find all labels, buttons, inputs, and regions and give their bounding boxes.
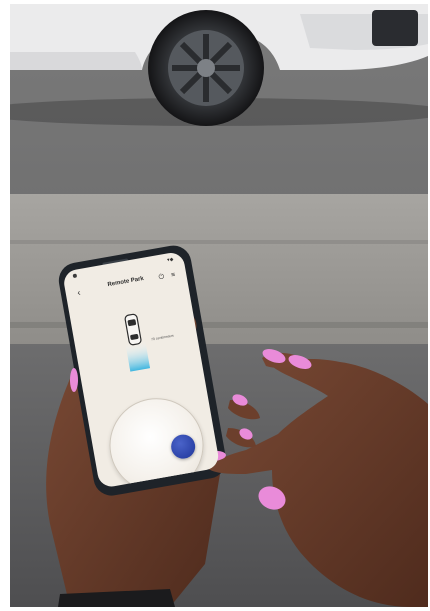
photo: ▾◆ ‹ Remote Park ⏻ ≡ 70 centimeters	[10, 4, 428, 607]
car-top-view	[124, 313, 142, 346]
wheel-hub	[197, 59, 215, 77]
nail-left-thumb	[70, 368, 78, 392]
car-lower-panel	[10, 52, 142, 70]
drive-control-knob[interactable]	[169, 432, 198, 461]
menu-icon[interactable]: ≡	[167, 269, 179, 283]
signal-icon: ▾◆	[166, 256, 175, 264]
car-grille	[372, 10, 418, 46]
front-camera	[72, 273, 78, 279]
power-icon[interactable]: ⏻	[156, 271, 168, 285]
parking-car-graphic	[124, 313, 151, 372]
curb-joint-line	[10, 240, 428, 244]
proximity-zone	[125, 340, 151, 372]
distance-label: 70 centimeters	[150, 333, 175, 342]
